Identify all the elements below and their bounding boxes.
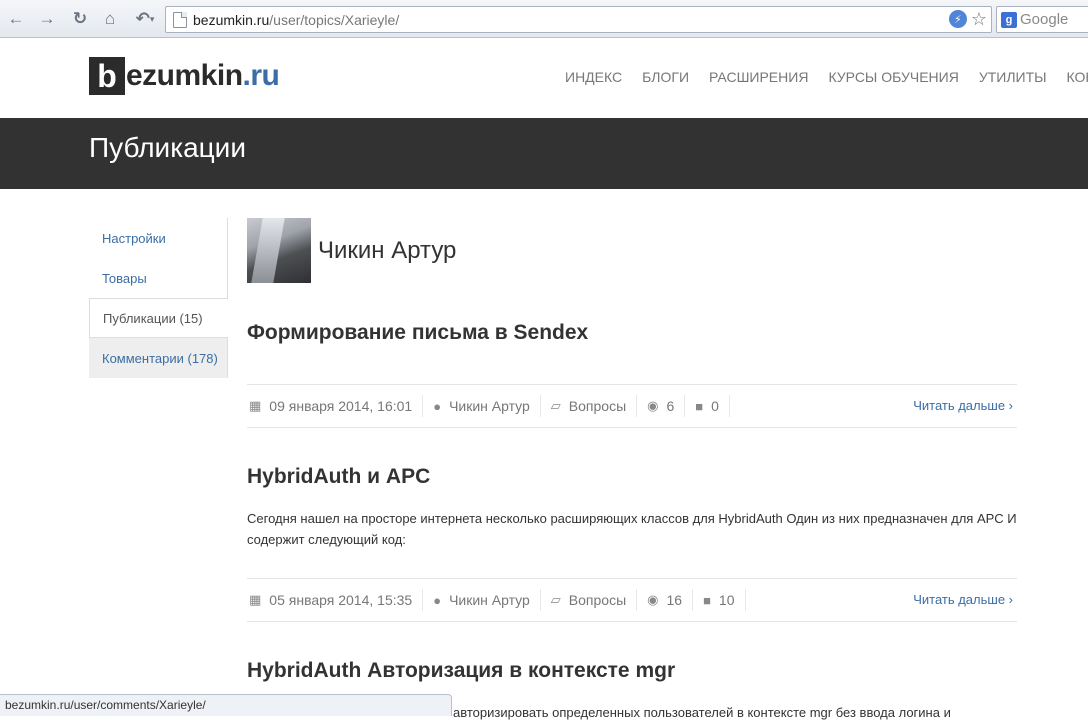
bookmark-star-icon[interactable]: ☆: [971, 9, 987, 29]
folder-icon: ▱: [550, 592, 561, 607]
nav-item-contacts[interactable]: КОНТАКТЫ: [1057, 69, 1088, 85]
post-date: ▦ 05 января 2014, 15:35: [247, 589, 424, 611]
user-profile: Чикин Артур: [247, 218, 1017, 283]
nav-item-index[interactable]: ИНДЕКС: [555, 69, 632, 85]
url-path: /user/topics/Xarieyle/: [269, 11, 400, 28]
post-author[interactable]: ● Чикин Артур: [423, 395, 541, 417]
title-band: Публикации: [0, 118, 1088, 189]
post-comments[interactable]: ■ 0: [685, 395, 730, 417]
search-input[interactable]: g Google: [996, 6, 1088, 33]
post-section[interactable]: ▱ Вопросы: [541, 589, 638, 611]
status-url-bubble: bezumkin.ru/user/comments/Xarieyle/: [0, 694, 452, 716]
nav-item-extensions[interactable]: РАСШИРЕНИЯ: [699, 69, 818, 85]
post-date-text: 09 января 2014, 16:01: [269, 398, 413, 414]
forward-icon[interactable]: →: [37, 9, 57, 29]
calendar-icon: ▦: [249, 398, 262, 413]
reload-icon[interactable]: ↻: [70, 9, 90, 29]
address-bar[interactable]: bezumkin.ru/user/topics/Xarieyle/ ⚡ ☆: [165, 6, 992, 33]
logo-letter: b: [89, 57, 125, 95]
post-views-text: 6: [666, 398, 675, 414]
browser-toolbar: ← → ↻ ⌂ ↶ ▾ bezumkin.ru/user/topics/Xarie…: [0, 0, 1088, 38]
profile-name: Чикин Артур: [318, 236, 457, 264]
post-meta: ▦ 09 января 2014, 16:01 ● Чикин Артур ▱ Воп…: [247, 384, 1017, 428]
post-comments-text: 10: [718, 592, 735, 608]
post-views-text: 16: [666, 592, 683, 608]
post-date-text: 05 января 2014, 15:35: [269, 592, 413, 608]
post-excerpt: авторизировать определенных пользователе…: [453, 705, 951, 720]
post-section-text: Вопросы: [568, 398, 627, 414]
page-icon: [173, 11, 187, 28]
eye-icon: ◉: [647, 592, 659, 607]
user-icon: ●: [433, 398, 442, 414]
post-section-text: Вопросы: [568, 592, 627, 608]
post-meta: ▦ 05 января 2014, 15:35 ● Чикин Артур ▱ Воп…: [247, 578, 1017, 622]
eye-icon: ◉: [647, 398, 659, 413]
nav-item-utilities[interactable]: УТИЛИТЫ: [969, 69, 1057, 85]
side-item-settings[interactable]: Настройки: [89, 218, 228, 258]
post-date: ▦ 09 января 2014, 16:01: [247, 395, 424, 417]
post-author[interactable]: ● Чикин Артур: [423, 589, 541, 611]
search-placeholder: Google: [1020, 11, 1069, 28]
post-views: ◉ 6: [637, 395, 686, 417]
post-author-text: Чикин Артур: [449, 592, 530, 608]
logo-name: ezumkin: [126, 59, 243, 92]
home-icon[interactable]: ⌂: [100, 9, 120, 29]
logo-tld: .ru: [242, 59, 280, 92]
post-comments[interactable]: ■ 10: [693, 589, 746, 611]
post-title[interactable]: Формирование письма в Sendex: [247, 321, 588, 345]
post-comments-text: 0: [711, 398, 719, 414]
nav-item-courses[interactable]: КУРСЫ ОБУЧЕНИЯ: [818, 69, 968, 85]
comments-icon: ■: [703, 592, 711, 608]
extension-bolt-icon[interactable]: ⚡: [948, 10, 967, 28]
read-more-link[interactable]: Читать дальше ›: [913, 398, 1013, 413]
history-dropdown-icon[interactable]: ↶ ▾: [130, 9, 160, 29]
side-menu: Настройки Товары Публикации (15) Коммент…: [89, 218, 228, 378]
post-views: ◉ 16: [637, 589, 694, 611]
calendar-icon: ▦: [249, 592, 262, 607]
back-icon[interactable]: ←: [6, 9, 26, 29]
post-title[interactable]: HybridAuth Авторизация в контексте mgr: [247, 659, 675, 683]
top-navigation: ИНДЕКС БЛОГИ РАСШИРЕНИЯ КУРСЫ ОБУЧЕНИЯ У…: [555, 69, 1088, 85]
post-excerpt: Сегодня нашел на просторе интернета неск…: [247, 511, 1017, 547]
post-author-text: Чикин Артур: [449, 398, 530, 414]
page-title: Публикации: [89, 132, 246, 163]
site-header: b ezumkin.ru ИНДЕКС БЛОГИ РАСШИРЕНИЯ КУР…: [0, 38, 1088, 118]
logo-text: ezumkin.ru: [126, 59, 280, 93]
post-section[interactable]: ▱ Вопросы: [541, 395, 638, 417]
side-item-products[interactable]: Товары: [89, 258, 228, 298]
read-more-link[interactable]: Читать дальше ›: [913, 592, 1013, 607]
google-icon: g: [1001, 11, 1017, 28]
url-host: bezumkin.ru: [193, 11, 270, 28]
main-content: Чикин Артур Формирование письма в Sendex…: [247, 218, 1017, 720]
side-item-publications[interactable]: Публикации (15): [89, 298, 228, 338]
avatar[interactable]: [247, 218, 311, 283]
post-title[interactable]: HybridAuth и APC: [247, 465, 430, 489]
site-logo[interactable]: b ezumkin.ru: [89, 57, 280, 95]
comments-icon: ■: [695, 398, 704, 414]
nav-item-blogs[interactable]: БЛОГИ: [632, 69, 699, 85]
user-icon: ●: [433, 592, 442, 608]
folder-icon: ▱: [550, 398, 561, 413]
side-item-comments[interactable]: Комментарии (178): [89, 338, 228, 378]
